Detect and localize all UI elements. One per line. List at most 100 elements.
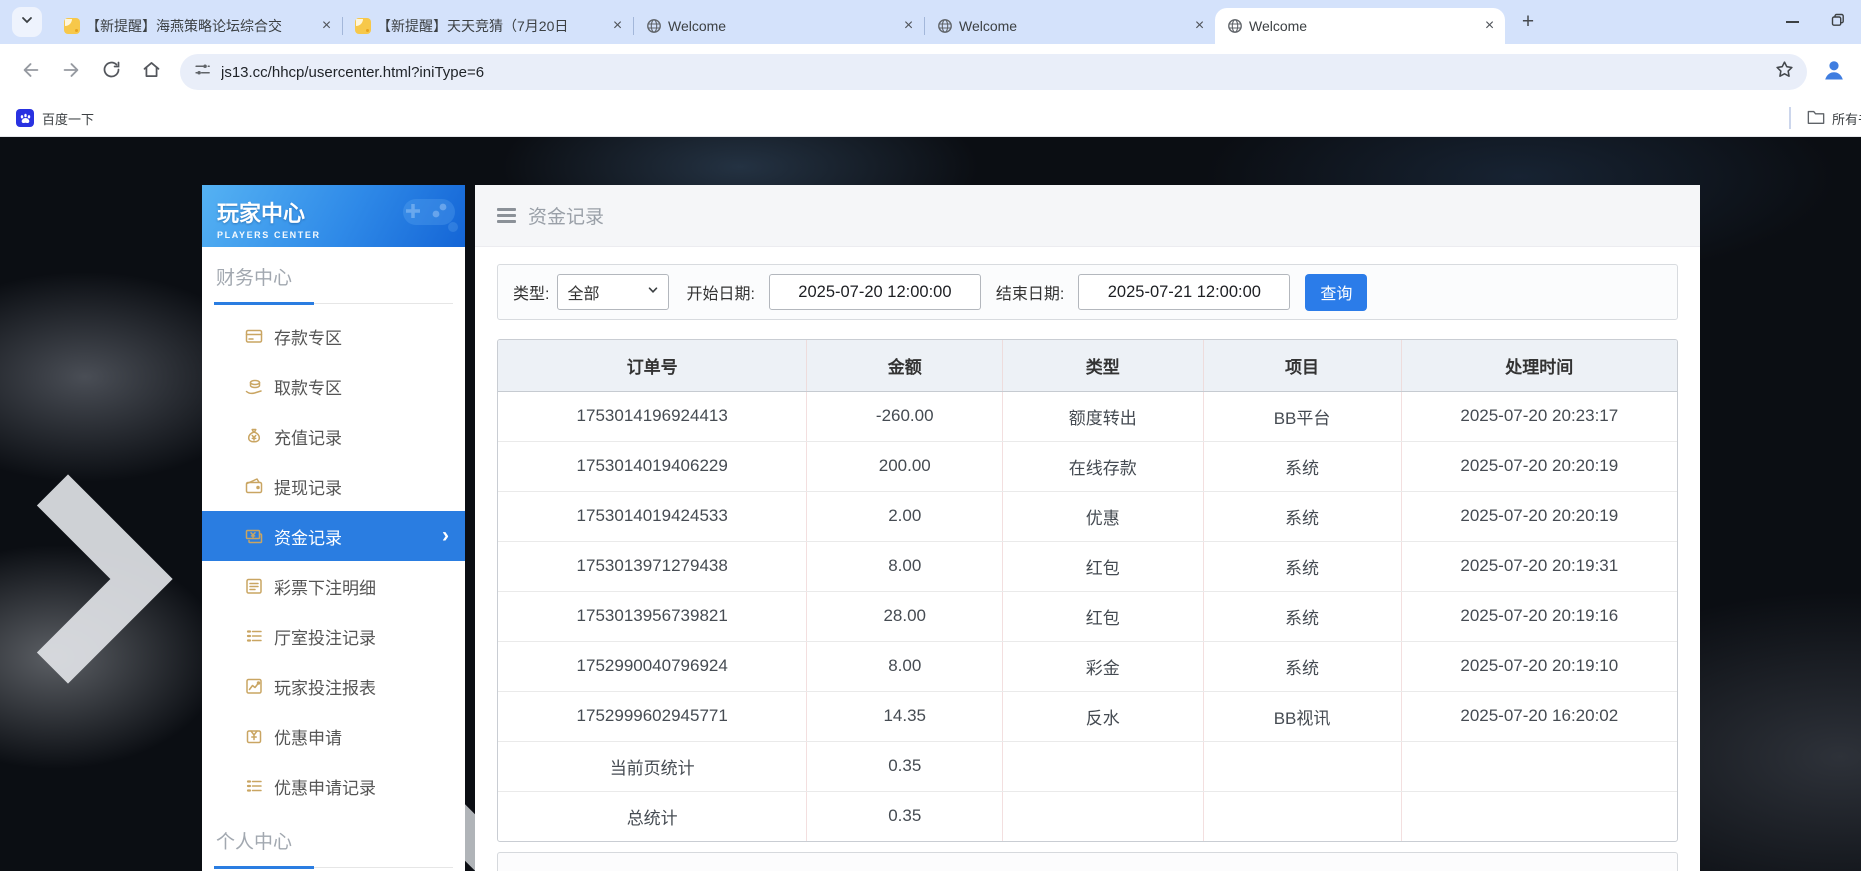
table-row: 当前页统计 0.35: [498, 741, 1677, 792]
table-cell: 2025-07-20 16:20:02: [1401, 691, 1677, 742]
table-cell: 1753014196924413: [498, 391, 808, 442]
table-cell: [1401, 791, 1677, 841]
section-underline: [214, 866, 453, 869]
table-cell: 8.00: [806, 641, 1004, 692]
table-cell: 额度转出: [1002, 391, 1204, 442]
table-cell: [1401, 741, 1677, 792]
new-tab-button[interactable]: +: [1513, 7, 1543, 37]
browser-tab[interactable]: 【新提醒】天天竞猜（7月20日 ×: [343, 8, 633, 44]
main-body: 类型: 全部 开始日期: 结束日期: 查询: [475, 247, 1700, 871]
chevron-right-icon: ›: [442, 524, 449, 547]
section-underline: [214, 302, 453, 305]
tab-close-icon[interactable]: ×: [899, 17, 918, 36]
table-cell: 1753014019406229: [498, 441, 808, 492]
menu-toggle-icon[interactable]: [497, 208, 516, 223]
sidebar: 玩家中心 PLAYERS CENTER 财务中心 存款专区取款专区充值记录提现记…: [202, 185, 465, 871]
url-input[interactable]: [221, 63, 1774, 81]
table-cell: [1002, 791, 1204, 841]
reload-button[interactable]: [94, 55, 128, 89]
all-bookmarks-folder[interactable]: 所有书签: [1789, 100, 1861, 136]
profile-avatar[interactable]: [1819, 57, 1849, 87]
table-cell: 彩金: [1002, 641, 1204, 692]
tab-title: Welcome: [959, 18, 1018, 34]
table-cell: 0.35: [806, 741, 1004, 792]
table-cell: 2025-07-20 20:23:17: [1401, 391, 1677, 442]
search-button[interactable]: 查询: [1305, 273, 1368, 311]
sidebar-item[interactable]: 充值记录: [202, 411, 465, 461]
bookmarks-bar: 百度一下 所有书签: [0, 100, 1861, 137]
table-cell: 8.00: [806, 541, 1004, 592]
sidebar-item-label: 存款专区: [274, 328, 342, 348]
back-button[interactable]: [14, 55, 48, 89]
back-arrow-icon: [20, 59, 42, 86]
records-table: 订单号 金额 类型 项目 处理时间 1753014196924413 -260.00 额度转…: [497, 339, 1678, 842]
table-cell: 系统: [1203, 641, 1402, 692]
table-cell: 0.35: [806, 791, 1004, 841]
table-cell: 2025-07-20 20:19:16: [1401, 591, 1677, 642]
column-header: 类型: [1002, 340, 1204, 392]
sidebar-header: 玩家中心 PLAYERS CENTER: [202, 185, 465, 247]
page-content: 玩家中心 PLAYERS CENTER 财务中心 存款专区取款专区充值记录提现记…: [0, 137, 1861, 871]
browser-tab[interactable]: Welcome ×: [925, 8, 1215, 44]
pagination-panel: [497, 852, 1678, 871]
baidu-paw-icon: [16, 109, 34, 127]
sidebar-item[interactable]: 资金记录 ›: [202, 511, 465, 561]
omnibox[interactable]: [180, 54, 1807, 90]
window-controls: [1769, 0, 1861, 44]
sidebar-item[interactable]: 厅室投注记录: [202, 611, 465, 661]
tab-close-icon[interactable]: ×: [1190, 17, 1209, 36]
bookmark-star-icon[interactable]: [1774, 59, 1795, 85]
table-cell: 2025-07-20 20:19:10: [1401, 641, 1677, 692]
browser-tab[interactable]: Welcome ×: [1215, 8, 1505, 44]
table-body: 1753014196924413 -260.00 额度转出 BB平台 2025-07-2…: [498, 391, 1677, 841]
tab-close-icon[interactable]: ×: [317, 17, 336, 36]
table-cell: BB平台: [1203, 391, 1402, 442]
sidebar-item[interactable]: 取款专区: [202, 361, 465, 411]
window-restore-button[interactable]: [1815, 0, 1861, 44]
tab-close-icon[interactable]: ×: [608, 17, 627, 36]
tab-close-icon[interactable]: ×: [1480, 17, 1499, 36]
column-header: 金额: [806, 340, 1004, 392]
globe-favicon-icon: [646, 18, 662, 34]
table-row: 1752999602945771 14.35 反水 BB视讯 2025-07-20 16…: [498, 691, 1677, 742]
page-title: 资金记录: [528, 207, 605, 228]
sidebar-item[interactable]: 优惠申请记录: [202, 761, 465, 811]
table-header-row: 订单号 金额 类型 项目 处理时间: [498, 340, 1677, 392]
table-cell: -260.00: [806, 391, 1004, 442]
sidebar-item[interactable]: 玩家投注报表: [202, 661, 465, 711]
end-date-input[interactable]: [1078, 274, 1291, 310]
sidebar-item[interactable]: 提现记录: [202, 461, 465, 511]
table-cell: 当前页统计: [498, 741, 808, 792]
home-button[interactable]: [134, 55, 168, 89]
table-cell: 200.00: [806, 441, 1004, 492]
table-row: 1753014019424533 2.00 优惠 系统 2025-07-20 20:20…: [498, 491, 1677, 542]
browser-tab[interactable]: Welcome ×: [634, 8, 924, 44]
main-panel: 资金记录 类型: 全部 开始日期: 结束日期: 查询: [475, 185, 1700, 871]
sidebar-item[interactable]: 彩票下注明细: [202, 561, 465, 611]
forward-button[interactable]: [54, 55, 88, 89]
window-minimize-button[interactable]: [1769, 0, 1815, 44]
avatar-icon: [1821, 57, 1847, 88]
table-cell: 2.00: [806, 491, 1004, 542]
sidebar-section-finance: 财务中心: [202, 247, 465, 305]
table-cell: 1752999602945771: [498, 691, 808, 742]
table-cell: 系统: [1203, 541, 1402, 592]
table-cell: BB视讯: [1203, 691, 1402, 742]
start-date-input[interactable]: [768, 274, 981, 310]
bookmark-item-baidu[interactable]: 百度一下: [16, 109, 94, 128]
sidebar-item[interactable]: 优惠申请: [202, 711, 465, 761]
table-cell: 在线存款: [1002, 441, 1204, 492]
sidebar-item-label: 充值记录: [274, 428, 342, 448]
site-info-icon[interactable]: [194, 61, 211, 83]
filter-bar: 类型: 全部 开始日期: 结束日期: 查询: [497, 264, 1678, 320]
table-cell: 红包: [1002, 541, 1204, 592]
sidebar-item[interactable]: 存款专区: [202, 311, 465, 361]
tab-search-button[interactable]: [12, 7, 42, 37]
start-date-label: 开始日期:: [686, 286, 755, 303]
browser-tab[interactable]: 【新提醒】海燕策略论坛综合交 ×: [52, 8, 342, 44]
background-chevron-decoration: [0, 474, 173, 684]
gamepad-icon: [397, 189, 461, 240]
table-row: 1752990040796924 8.00 彩金 系统 2025-07-20 20:19…: [498, 641, 1677, 692]
section-label: 个人中心: [216, 832, 293, 853]
type-select[interactable]: 全部: [557, 274, 670, 310]
